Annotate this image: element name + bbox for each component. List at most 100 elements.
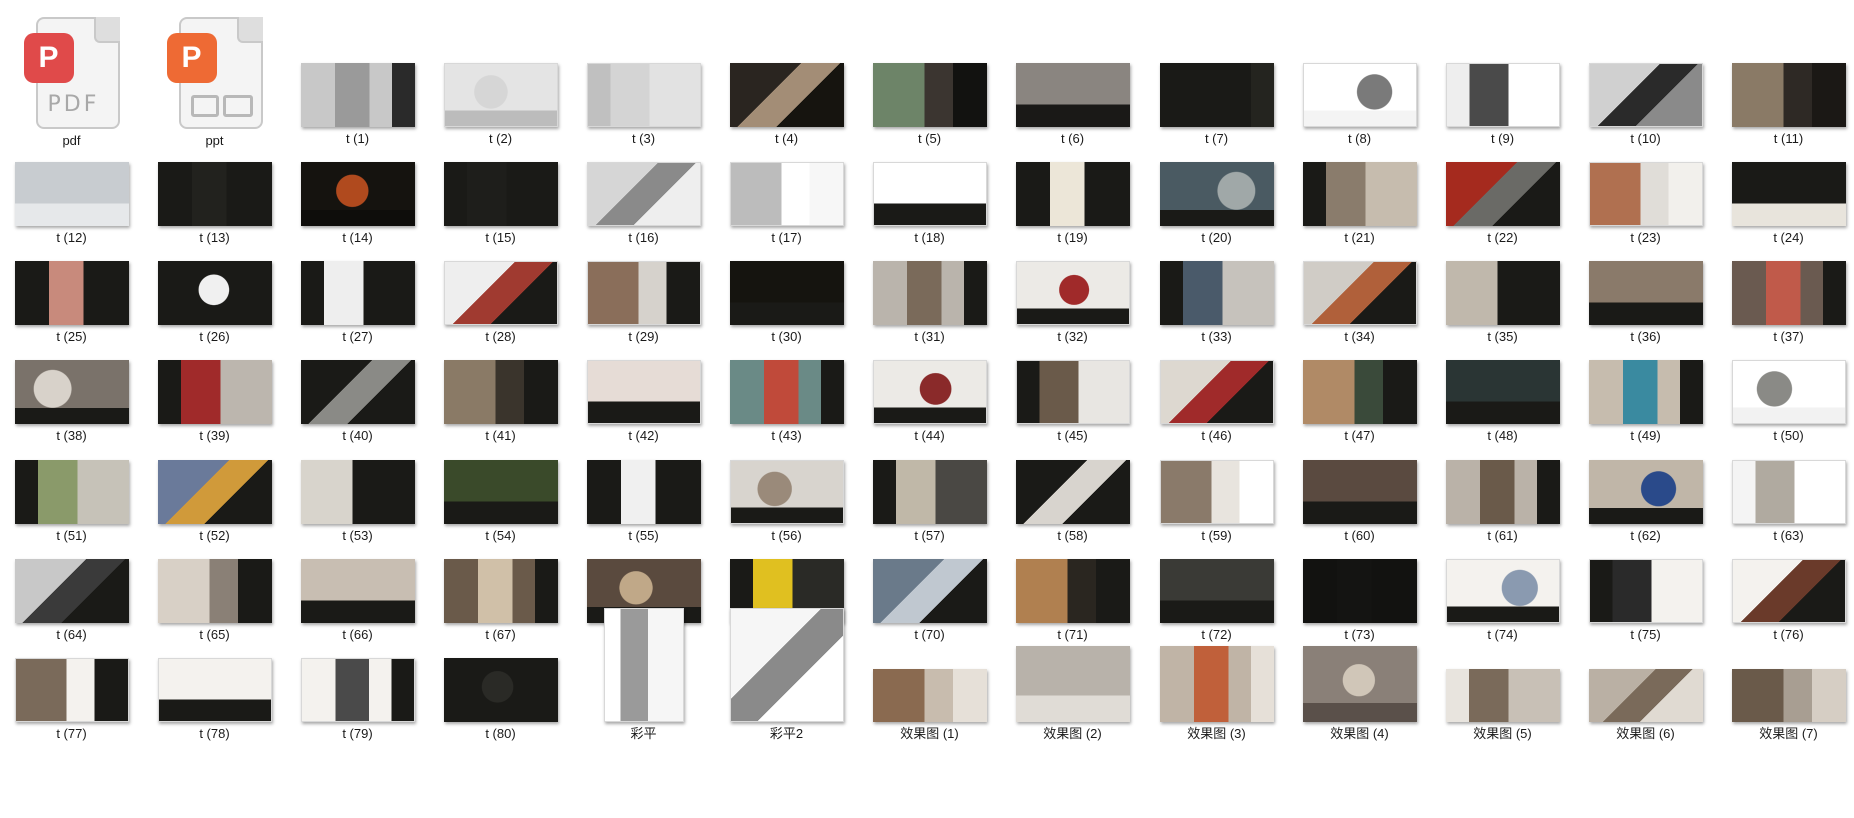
file-item[interactable]: t (2) (429, 63, 572, 147)
file-item[interactable]: t (79) (286, 658, 429, 742)
thumbnail-image (300, 261, 415, 325)
file-item[interactable]: t (27) (286, 261, 429, 345)
file-item[interactable]: t (33) (1145, 261, 1288, 345)
file-item[interactable]: t (1) (286, 63, 429, 147)
file-item[interactable]: t (72) (1145, 559, 1288, 643)
file-item[interactable]: t (77) (0, 658, 143, 742)
file-item[interactable]: 彩平 (572, 608, 715, 742)
file-item[interactable]: t (15) (429, 162, 572, 246)
file-item[interactable]: t (78) (143, 658, 286, 742)
file-item[interactable]: 效果图 (6) (1574, 669, 1717, 742)
thumbnail-image (14, 559, 129, 623)
file-item[interactable]: P PDF pdf (0, 17, 143, 149)
file-item[interactable]: t (20) (1145, 162, 1288, 246)
file-item[interactable]: t (53) (286, 460, 429, 544)
file-item[interactable]: t (8) (1288, 63, 1431, 147)
file-item[interactable]: t (42) (572, 360, 715, 444)
file-item[interactable]: t (23) (1574, 162, 1717, 246)
file-item[interactable]: t (19) (1001, 162, 1144, 246)
file-item[interactable]: t (63) (1717, 460, 1854, 544)
file-item[interactable]: t (14) (286, 162, 429, 246)
file-item[interactable]: t (13) (143, 162, 286, 246)
file-item[interactable]: t (4) (715, 63, 858, 147)
file-item[interactable]: t (48) (1431, 360, 1574, 444)
file-item[interactable]: 彩平2 (715, 608, 858, 742)
file-item[interactable]: t (45) (1001, 360, 1144, 444)
thumbnail-image (443, 63, 558, 127)
file-item[interactable]: t (75) (1574, 559, 1717, 643)
file-item[interactable]: t (59) (1145, 460, 1288, 544)
file-item[interactable]: t (24) (1717, 162, 1854, 246)
thumbnail-image (157, 162, 272, 226)
file-item[interactable]: t (38) (0, 360, 143, 444)
file-item[interactable]: t (28) (429, 261, 572, 345)
thumbnail-image (300, 63, 415, 127)
file-item[interactable]: t (36) (1574, 261, 1717, 345)
file-item[interactable]: t (43) (715, 360, 858, 444)
file-item[interactable]: t (5) (858, 63, 1001, 147)
thumbnail-image (1302, 559, 1417, 623)
file-item[interactable]: t (37) (1717, 261, 1854, 345)
file-item[interactable]: t (44) (858, 360, 1001, 444)
file-name-label: t (7) (1204, 131, 1229, 146)
file-item[interactable]: t (7) (1145, 63, 1288, 147)
file-item[interactable]: t (57) (858, 460, 1001, 544)
file-item[interactable]: t (80) (429, 658, 572, 742)
file-item[interactable]: t (17) (715, 162, 858, 246)
file-item[interactable]: 效果图 (4) (1288, 646, 1431, 742)
file-item[interactable]: t (49) (1574, 360, 1717, 444)
file-item[interactable]: t (61) (1431, 460, 1574, 544)
file-item[interactable]: t (70) (858, 559, 1001, 643)
file-item[interactable]: t (51) (0, 460, 143, 544)
file-item[interactable]: t (54) (429, 460, 572, 544)
file-item[interactable]: t (46) (1145, 360, 1288, 444)
file-item[interactable]: t (74) (1431, 559, 1574, 643)
file-item[interactable]: t (62) (1574, 460, 1717, 544)
file-item[interactable]: t (41) (429, 360, 572, 444)
file-item[interactable]: t (9) (1431, 63, 1574, 147)
file-item[interactable]: t (21) (1288, 162, 1431, 246)
file-item[interactable]: t (66) (286, 559, 429, 643)
file-item[interactable]: t (76) (1717, 559, 1854, 643)
file-item[interactable]: 效果图 (1) (858, 669, 1001, 742)
file-item[interactable]: t (22) (1431, 162, 1574, 246)
file-item[interactable]: t (12) (0, 162, 143, 246)
file-item[interactable]: t (35) (1431, 261, 1574, 345)
file-item[interactable]: Pppt (143, 17, 286, 149)
file-item[interactable]: t (16) (572, 162, 715, 246)
file-item[interactable]: 效果图 (2) (1001, 646, 1144, 742)
file-item[interactable]: t (50) (1717, 360, 1854, 444)
file-item[interactable]: 效果图 (5) (1431, 669, 1574, 742)
file-item[interactable]: t (25) (0, 261, 143, 345)
thumbnail-image (872, 360, 987, 424)
file-item[interactable]: t (56) (715, 460, 858, 544)
file-item[interactable]: t (32) (1001, 261, 1144, 345)
file-item[interactable]: t (64) (0, 559, 143, 643)
file-item[interactable]: t (10) (1574, 63, 1717, 147)
file-item[interactable]: t (47) (1288, 360, 1431, 444)
file-item[interactable]: t (52) (143, 460, 286, 544)
file-item[interactable]: t (26) (143, 261, 286, 345)
file-item[interactable]: t (65) (143, 559, 286, 643)
file-item[interactable]: t (73) (1288, 559, 1431, 643)
file-item[interactable]: t (40) (286, 360, 429, 444)
file-item[interactable]: t (3) (572, 63, 715, 147)
file-item[interactable]: t (34) (1288, 261, 1431, 345)
file-item[interactable]: t (29) (572, 261, 715, 345)
thumbnail-image (14, 658, 129, 722)
file-item[interactable]: t (30) (715, 261, 858, 345)
file-item[interactable]: 效果图 (3) (1145, 646, 1288, 742)
file-item[interactable]: t (31) (858, 261, 1001, 345)
file-name-label: t (71) (1057, 627, 1088, 642)
file-item[interactable]: 效果图 (7) (1717, 669, 1854, 742)
file-item[interactable]: t (11) (1717, 63, 1854, 147)
file-item[interactable]: t (39) (143, 360, 286, 444)
file-item[interactable]: t (58) (1001, 460, 1144, 544)
file-item[interactable]: t (71) (1001, 559, 1144, 643)
file-item[interactable]: t (55) (572, 460, 715, 544)
file-item[interactable]: t (6) (1001, 63, 1144, 147)
file-item[interactable]: t (60) (1288, 460, 1431, 544)
file-item[interactable]: t (67) (429, 559, 572, 643)
file-name-label: t (74) (1487, 627, 1518, 642)
file-item[interactable]: t (18) (858, 162, 1001, 246)
